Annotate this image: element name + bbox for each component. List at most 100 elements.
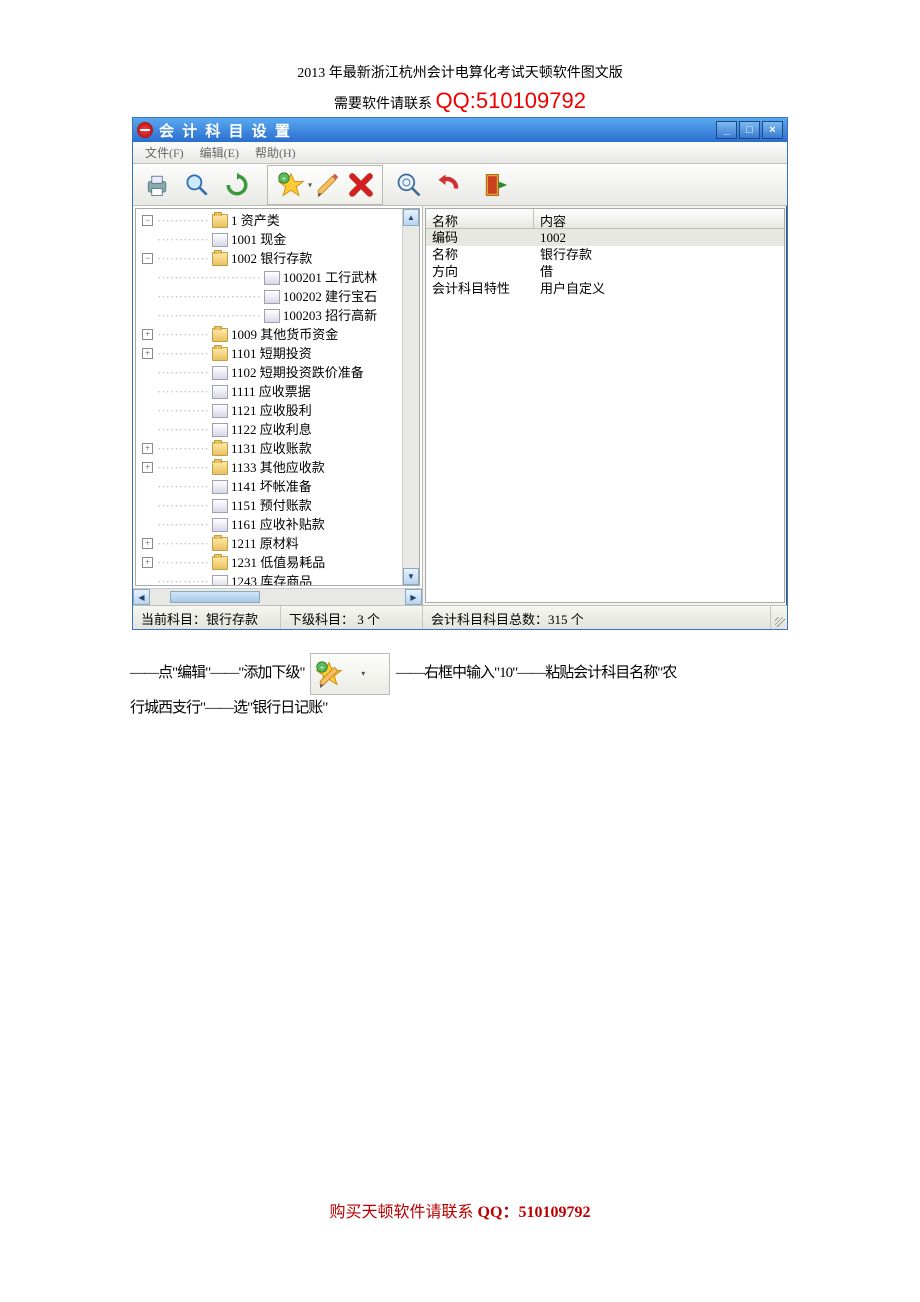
refresh-button[interactable] (219, 167, 255, 203)
undo-button[interactable] (431, 167, 467, 203)
expand-icon[interactable]: + (142, 329, 153, 340)
detail-pane: 名称 内容 编码1002名称银行存款方向借会计科目特性用户自定义 (425, 208, 785, 603)
scroll-down-icon[interactable]: ▼ (403, 568, 419, 585)
folder-icon (212, 556, 228, 570)
scroll-up-icon[interactable]: ▲ (403, 209, 419, 226)
app-icon (137, 122, 153, 138)
tree-node[interactable]: ························100203 招行高新 (142, 306, 419, 325)
window-title: 会 计 科 目 设 置 (159, 120, 716, 141)
status-current: 当前科目：银行存款 (133, 606, 281, 629)
print-button[interactable] (139, 167, 175, 203)
star-add-group: + ▾ (267, 165, 383, 205)
instr-part2: 行城西支行"——选"银行日记账" (130, 700, 327, 716)
expand-icon[interactable]: + (142, 557, 153, 568)
pencil-button[interactable] (312, 167, 342, 203)
scroll-thumb[interactable] (170, 591, 260, 603)
status-sub: 下级科目： 3 个 (281, 606, 423, 629)
tree-node[interactable]: ············1151 预付账款 (142, 496, 419, 515)
status-total: 会计科目科目总数：315 个 (423, 606, 771, 629)
menu-file[interactable]: 文件(F) (137, 142, 192, 163)
tree-label: 1141 坏帐准备 (231, 477, 312, 496)
tree-node[interactable]: ············1102 短期投资跌价准备 (142, 363, 419, 382)
tree-label: 1243 库存商品 (231, 572, 312, 586)
tree-label: 1002 银行存款 (231, 249, 312, 268)
detail-key: 名称 (426, 246, 534, 263)
tree-node[interactable]: +············1133 其他应收款 (142, 458, 419, 477)
detail-row[interactable]: 方向借 (426, 263, 784, 280)
titlebar[interactable]: 会 计 科 目 设 置 _ □ × (133, 118, 787, 142)
tree-label: 1111 应收票据 (231, 382, 311, 401)
expand-icon[interactable]: + (142, 443, 153, 454)
col-value[interactable]: 内容 (534, 209, 784, 228)
window-controls: _ □ × (716, 121, 783, 139)
tree-label: 1231 低值易耗品 (231, 553, 325, 572)
star-add-button[interactable]: + ▾ (274, 167, 308, 203)
zoom-button[interactable] (391, 167, 427, 203)
file-icon (212, 480, 228, 494)
file-icon (212, 233, 228, 247)
file-icon (264, 290, 280, 304)
delete-button[interactable] (346, 167, 376, 203)
tree-node[interactable]: −············1002 银行存款 (142, 249, 419, 268)
scroll-right-icon[interactable]: ▶ (405, 589, 422, 605)
tree-node[interactable]: ············1243 库存商品 (142, 572, 419, 586)
tree-node[interactable]: ············1141 坏帐准备 (142, 477, 419, 496)
col-name[interactable]: 名称 (426, 209, 534, 228)
tree-label: 1102 短期投资跌价准备 (231, 363, 364, 382)
collapse-icon[interactable]: − (142, 253, 153, 264)
tree-node[interactable]: ············1121 应收股利 (142, 401, 419, 420)
tree-node[interactable]: ························100201 工行武林 (142, 268, 419, 287)
folder-icon (212, 442, 228, 456)
search-button[interactable] (179, 167, 215, 203)
vertical-scrollbar[interactable]: ▲ ▼ (402, 209, 419, 585)
close-button[interactable]: × (762, 121, 783, 139)
star-add-icon: + (277, 171, 305, 199)
tree-node[interactable]: ························100202 建行宝石 (142, 287, 419, 306)
tree-node[interactable]: ············1111 应收票据 (142, 382, 419, 401)
menu-edit[interactable]: 编辑(E) (192, 142, 247, 163)
tree-container: − ············ 1 资产类 ············1001 现金… (135, 208, 420, 586)
tree-node[interactable]: ············1122 应收利息 (142, 420, 419, 439)
exit-button[interactable] (477, 167, 513, 203)
detail-value: 借 (534, 263, 784, 280)
detail-row[interactable]: 编码1002 (426, 229, 784, 246)
detail-value: 1002 (534, 229, 784, 246)
expand-icon[interactable]: + (142, 462, 153, 473)
maximize-button[interactable]: □ (739, 121, 760, 139)
tree-node[interactable]: +············1009 其他货币资金 (142, 325, 419, 344)
folder-icon (212, 214, 228, 228)
app-window: 会 计 科 目 设 置 _ □ × 文件(F) 编辑(E) 帮助(H) + ▾ (132, 117, 788, 630)
expand-icon[interactable]: + (142, 538, 153, 549)
horizontal-scrollbar[interactable]: ◀ ▶ (133, 588, 422, 605)
file-icon (212, 404, 228, 418)
minimize-button[interactable]: _ (716, 121, 737, 139)
main-area: − ············ 1 资产类 ············1001 现金… (133, 206, 787, 605)
resize-grip[interactable] (771, 606, 787, 629)
tree-label: 1151 预付账款 (231, 496, 312, 515)
tree-node[interactable]: +············1101 短期投资 (142, 344, 419, 363)
detail-value: 用户自定义 (534, 280, 784, 297)
tree-node[interactable]: +············1231 低值易耗品 (142, 553, 419, 572)
detail-row[interactable]: 会计科目特性用户自定义 (426, 280, 784, 297)
detail-row[interactable]: 名称银行存款 (426, 246, 784, 263)
tree-node[interactable]: +············1131 应收账款 (142, 439, 419, 458)
tree-root[interactable]: − ············ 1 资产类 (142, 211, 419, 230)
tree-label: 1131 应收账款 (231, 439, 312, 458)
collapse-icon[interactable]: − (142, 215, 153, 226)
scroll-left-icon[interactable]: ◀ (133, 589, 150, 605)
zoom-icon (395, 171, 423, 199)
tree-node[interactable]: ············1161 应收补贴款 (142, 515, 419, 534)
instruction-text: ——点"编辑"——"添加下级" + ▾ ——右框中输入"10"——粘贴会计科目名… (130, 653, 790, 721)
tree-node[interactable]: +············1211 原材料 (142, 534, 419, 553)
tree-label: 1211 原材料 (231, 534, 299, 553)
doc-subtitle-qq: QQ:510109792 (436, 88, 586, 113)
tree-pane: − ············ 1 资产类 ············1001 现金… (133, 206, 423, 605)
file-icon (212, 575, 228, 587)
account-tree[interactable]: − ············ 1 资产类 ············1001 现金… (136, 209, 419, 586)
tree-node[interactable]: ············1001 现金 (142, 230, 419, 249)
expand-icon[interactable]: + (142, 348, 153, 359)
instr-part1a: ——点"编辑"——"添加下级" (130, 665, 305, 681)
menu-help[interactable]: 帮助(H) (247, 142, 304, 163)
folder-icon (212, 328, 228, 342)
detail-value: 银行存款 (534, 246, 784, 263)
